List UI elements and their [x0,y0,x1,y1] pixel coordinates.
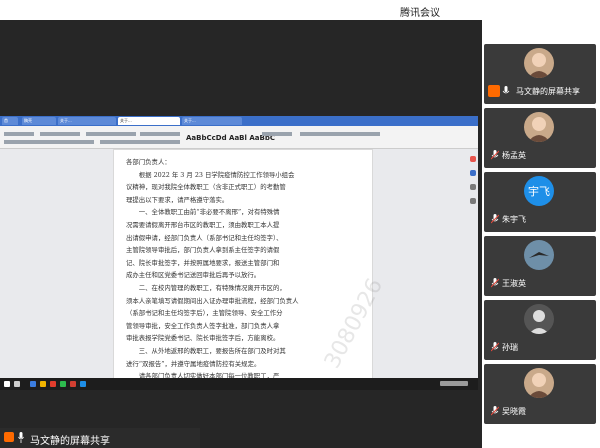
document-line: 一、全体教职工由前“非必要不离邢”，对有特殊情 [126,208,280,217]
folder-icon[interactable] [40,381,46,387]
word-ribbon-toolbar[interactable]: AaBbCcDd AaBl AaBbC [0,126,478,149]
sharing-status-bar[interactable]: 马文静的屏幕共享 [0,428,200,448]
document-line: 理提出以下要求，请严格遵守落实。 [126,195,229,204]
document-line: 成办主任和区党委书记送回审批后再予以放行。 [126,271,261,280]
toolbar-button[interactable] [40,132,80,136]
toolbar-button[interactable] [100,140,180,144]
document-line: （系部书记和主任均签字后），主管院领导、安全工作分 [126,309,283,318]
document-line: 根据 2022 年 3 月 23 日学院疫情防控工作领导小组会 [126,170,295,179]
avatar [524,368,554,398]
toolbar-button[interactable] [140,132,180,136]
avatar [524,240,554,270]
microphone-muted-icon [491,406,499,416]
sidebar-tool-icon[interactable] [470,184,476,190]
document-line: 审批表报学院党委书记、院长审批签字后，方能离校。 [126,334,280,343]
document-line: 各部门负责人： [126,158,171,166]
avatar [524,112,554,142]
participant-tile[interactable]: 杨孟英 [484,108,596,168]
participant-tile[interactable]: 吴晓霞 [484,364,596,424]
participant-name: 朱宇飞 [502,215,526,224]
document-line: 三、从外地返邢的教职工，要报告所在部门及时对其 [126,347,286,355]
microphone-icon[interactable] [18,432,24,443]
share-label: 马文静的屏幕共享 [30,436,110,447]
toolbar-button[interactable] [300,132,380,136]
participant-tile[interactable]: 孙瑞 [484,300,596,360]
start-icon[interactable] [4,381,10,387]
participant-name: 孙瑞 [502,343,518,352]
document-line: 二、在校内管理的教职工，有特殊情况离开市区的， [126,284,286,292]
meeting-title: 腾讯会议 [400,8,440,19]
app-icon[interactable] [30,381,36,387]
participant-name: 杨孟英 [502,151,526,160]
app-icon[interactable] [80,381,86,387]
meeting-title-bar: 腾讯会议 [0,0,600,20]
document-line: 议精神，现对我院全体教职工（含非正式职工）的考勤管 [126,183,286,192]
microphone-muted-icon [491,278,499,288]
participant-name: 吴晓霞 [502,407,526,416]
document-line: 须本人亲笔填写请假期间出入证办理审批流程，经部门负责人 [126,296,299,305]
avatar [524,304,554,334]
screen-share-icon [488,85,500,97]
app-icon[interactable] [50,381,56,387]
windows-taskbar [0,378,478,390]
wps-icon[interactable] [70,381,76,387]
toolbar-button[interactable] [4,132,34,136]
document-line: 记、院长审批签字，并按照属地要求，报送主管部门和 [126,258,280,267]
tab-item-active[interactable]: 关于... [118,117,180,125]
avatar [524,48,554,78]
toolbar-button[interactable] [4,140,94,144]
screen-share-icon [4,432,14,442]
tab-item[interactable]: 首 [2,117,18,125]
toolbar-button[interactable] [86,132,136,136]
participant-name: 马文静的屏幕共享 [516,87,580,96]
shared-screen-content[interactable]: 首 稿壳 关于... 关于... 关于... AaBbCcDd AaBl AaB… [0,116,478,390]
participant-tile[interactable]: 马文静的屏幕共享 [484,44,596,104]
app-icon[interactable] [60,381,66,387]
sidebar-tool-icon[interactable] [470,170,476,176]
participant-tile[interactable]: 宇飞朱宇飞 [484,172,596,232]
document-line: 管领导审批，安全工作负责人签字批准，部门负责人拿 [126,321,280,330]
participant-tile[interactable]: 王淑英 [484,236,596,296]
avatar: 宇飞 [524,176,554,206]
sidebar-tool-icon[interactable] [470,156,476,162]
microphone-muted-icon [491,150,499,160]
microphone-muted-icon [491,214,499,224]
document-line: 主管院领导审批后，部门负责人拿到系主任签字的请假 [126,246,280,255]
shared-screen-stage[interactable]: 首 稿壳 关于... 关于... 关于... AaBbCcDd AaBl AaB… [0,20,482,448]
document-line: 况需要请假离开邢台市区的教职工，须由教职工本人提 [126,221,280,229]
browser-tab-bar: 首 稿壳 关于... 关于... 关于... [0,116,478,126]
participant-name: 王淑英 [502,279,526,288]
clock [440,381,468,386]
microphone-muted-icon [491,342,499,352]
tab-item[interactable]: 稿壳 [22,117,56,125]
search-icon[interactable] [14,381,20,387]
document-line: 出请假申请，经部门负责人（系部书记和主任均签字）、 [126,233,283,242]
microphone-icon [502,86,510,94]
sidebar-tool-icon[interactable] [470,198,476,204]
tab-item[interactable]: 关于... [58,117,116,125]
tab-item[interactable]: 关于... [182,117,242,125]
toolbar-button[interactable] [262,132,292,136]
document-line: 进行“双报告”，并遵守属地疫情防控有关规定。 [126,359,261,368]
